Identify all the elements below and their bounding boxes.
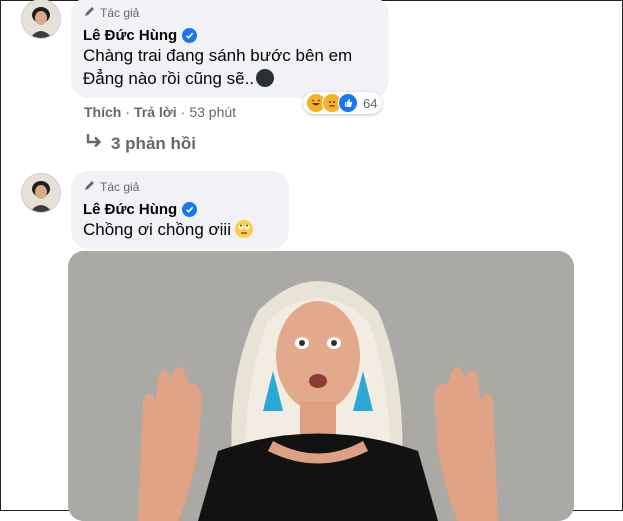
author-badge-label: Tác giả [100, 6, 140, 20]
reply-arrow-icon [85, 133, 103, 154]
author-name[interactable]: Lê Đức Hùng [83, 27, 177, 44]
comment-text-line: Chàng trai đang sánh bước bên em [83, 46, 353, 65]
comment-actions: Thích · Trả lời · 53 phút [84, 104, 236, 120]
pencil-icon [83, 5, 96, 21]
replies-label: 3 phản hồi [111, 133, 196, 153]
avatar[interactable] [21, 173, 61, 213]
dark-emoji-icon [256, 69, 275, 87]
author-badge: Tác giả [83, 179, 277, 195]
verified-badge-icon [182, 202, 198, 217]
gif-frame-image [68, 251, 574, 521]
comment-bubble: Tác giả Lê Đức Hùng Chồng ơi chồng ơiii [71, 171, 289, 249]
verified-badge-icon [182, 28, 198, 43]
reaction-summary[interactable]: 64 [303, 92, 383, 114]
comment-text-line: Đẳng nào rồi cũng sẽ.. [83, 69, 255, 88]
comment-text-line: Chồng ơi chồng ơiii [83, 220, 231, 239]
comment-bubble: Tác giả Lê Đức Hùng Chàng trai đang sánh… [71, 0, 389, 98]
comment-timestamp[interactable]: 53 phút [189, 104, 236, 120]
like-link[interactable]: Thích [84, 104, 121, 120]
pencil-icon [83, 179, 96, 195]
avatar[interactable] [21, 0, 61, 39]
author-name[interactable]: Lê Đức Hùng [83, 201, 177, 218]
gif-attachment[interactable] [68, 251, 574, 521]
author-badge: Tác giả [83, 5, 377, 21]
separator: · [125, 104, 131, 120]
view-replies-button[interactable]: 3 phản hồi [85, 133, 196, 154]
reply-link[interactable]: Trả lời [134, 104, 177, 120]
eye-roll-emoji-icon [235, 220, 253, 238]
like-icon [338, 93, 358, 113]
reaction-count: 64 [363, 95, 378, 111]
author-badge-label: Tác giả [100, 180, 140, 194]
separator: · [180, 104, 186, 120]
